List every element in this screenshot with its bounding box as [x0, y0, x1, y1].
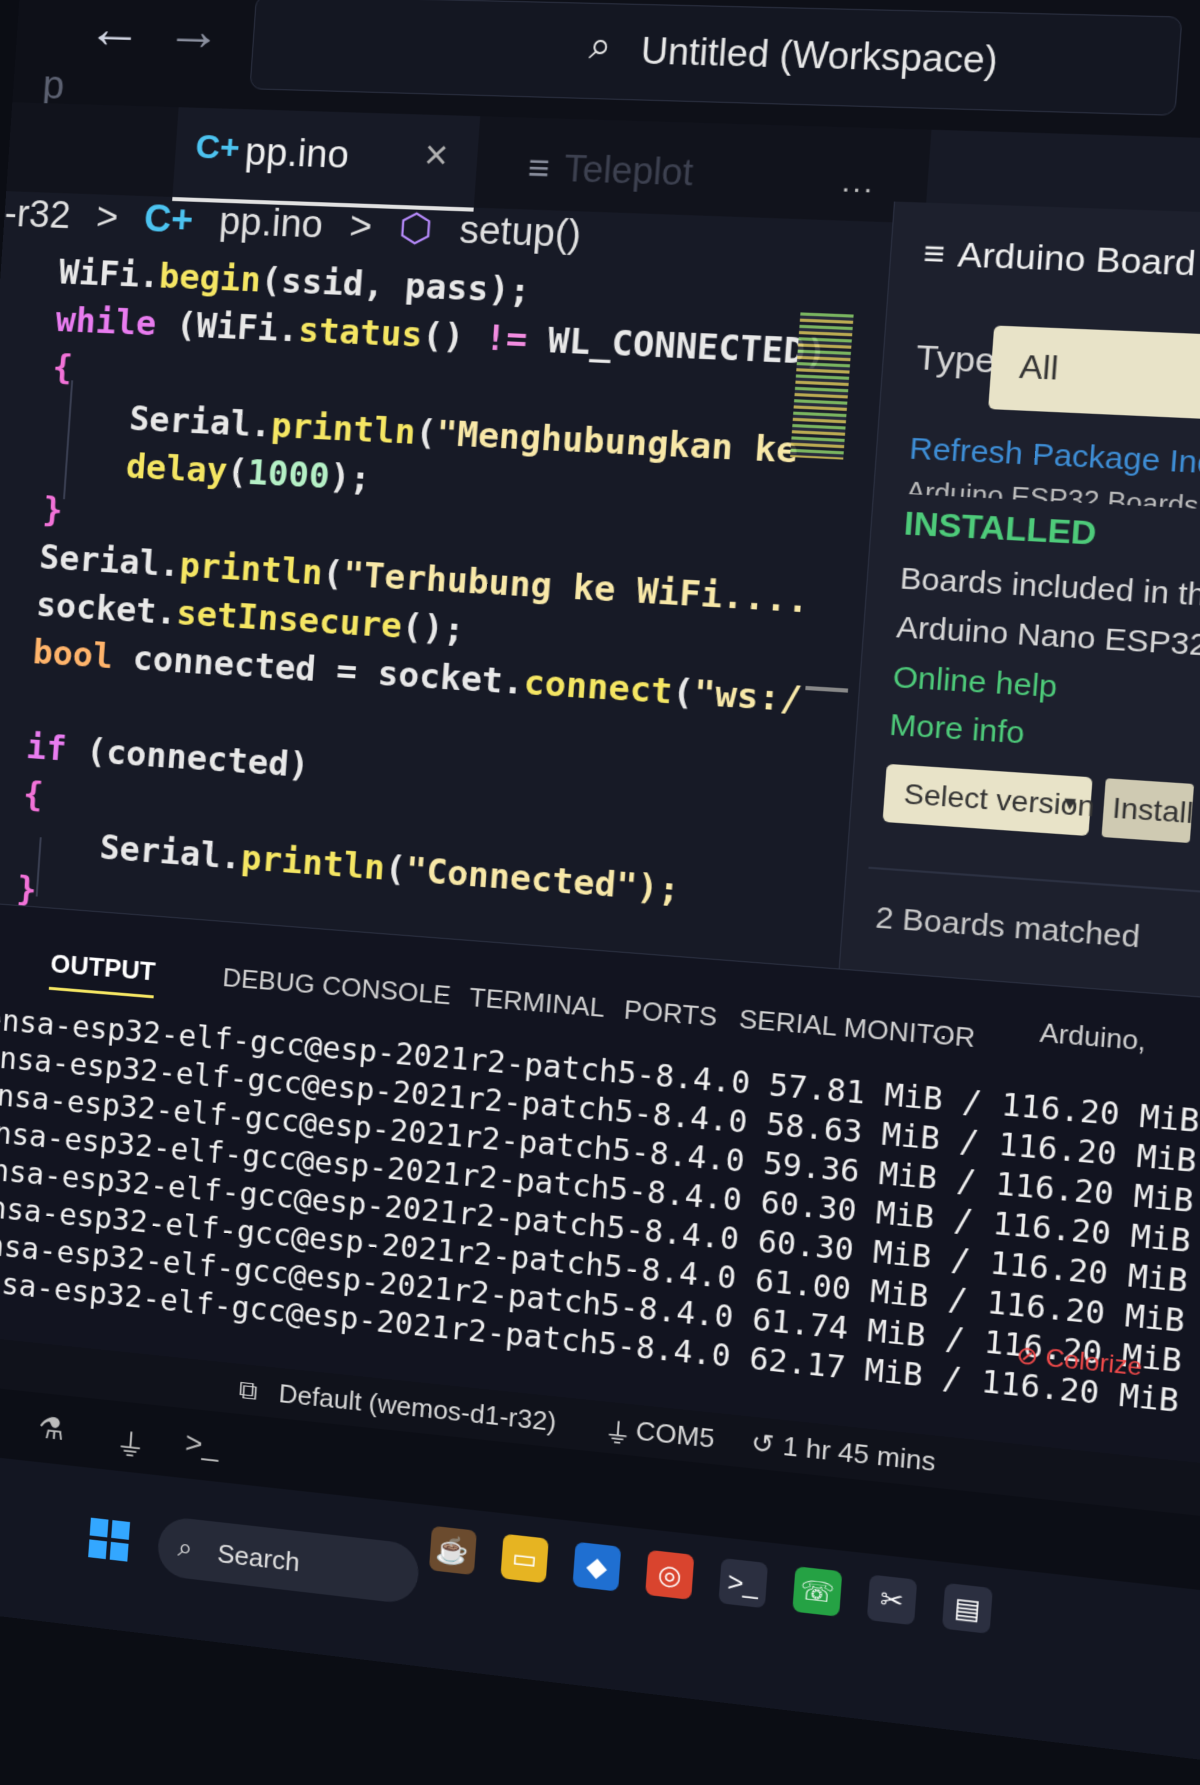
more-info-link[interactable]: More info: [888, 708, 1026, 752]
plug-icon[interactable]: ⏚: [114, 1419, 147, 1466]
code-line[interactable]: while (WiFi.status() != WL_CONNECTED): [54, 300, 828, 373]
windows-start-icon[interactable]: [88, 1517, 131, 1562]
board-name: Arduino Nano ESP32: [895, 610, 1200, 663]
chevron-down-icon: ▼: [1059, 792, 1081, 815]
whatsapp-icon[interactable]: ☏: [792, 1566, 843, 1617]
session-time: 1 hr 45 mins: [781, 1430, 937, 1478]
cpp-file-icon: C+: [194, 127, 242, 168]
taskbar-search-label: Search: [216, 1538, 301, 1578]
tab-label: Teleplot: [562, 147, 695, 194]
ide-window: ← → ⌕ Untitled (Workspace) p C+ pp.ino ×…: [0, 0, 1200, 1764]
tab-ports[interactable]: PORTS: [623, 994, 718, 1033]
installed-badge: INSTALLED: [902, 504, 1098, 552]
install-button-label: Install: [1111, 791, 1195, 830]
install-button[interactable]: Install: [1101, 778, 1195, 844]
chrome-icon[interactable]: ◎: [645, 1549, 695, 1600]
taskbar-search[interactable]: ⌕ Search: [156, 1515, 421, 1606]
tab-debug-console[interactable]: DEBUG CONSOLE: [222, 962, 452, 1012]
breadcrumb-symbol[interactable]: setup(): [458, 209, 583, 256]
widgets-icon[interactable]: ☕: [428, 1525, 477, 1576]
type-select[interactable]: All ▼: [988, 325, 1200, 425]
tab-output[interactable]: OUTPUT: [48, 948, 156, 999]
code-line[interactable]: if (connected): [25, 727, 310, 786]
version-select[interactable]: Select version ▼: [882, 763, 1096, 837]
type-label: Type: [914, 338, 998, 382]
board-icon: ⧉: [237, 1373, 259, 1406]
divider: [868, 866, 1200, 899]
port-selector[interactable]: COM5: [635, 1415, 716, 1455]
flask-icon[interactable]: ⚗: [37, 1411, 66, 1448]
tab-pp-ino[interactable]: C+ pp.ino ×: [172, 107, 481, 212]
list-icon: ≡: [526, 146, 552, 189]
minimap[interactable]: [790, 312, 854, 460]
list-icon: ≡: [922, 233, 947, 275]
boards-matched-count: 2 Boards matched: [874, 900, 1142, 955]
panel-title-text: Arduino Board Manager: [956, 235, 1200, 290]
code-line[interactable]: }: [41, 490, 64, 531]
panel-title: ≡Arduino Board Manager: [922, 234, 1200, 291]
chevron-right-icon: >: [94, 196, 120, 239]
search-icon: ⌕: [587, 24, 613, 68]
board-manager-panel: ≡Arduino Board Manager × Type All ▼ Refr…: [838, 201, 1200, 1005]
code-line[interactable]: Serial.println("Connected");: [19, 822, 682, 911]
online-help-link[interactable]: Online help: [892, 660, 1059, 705]
terminal-icon[interactable]: >_: [184, 1426, 220, 1463]
code-line[interactable]: delay(1000);: [45, 443, 372, 500]
previous-tab-fragment[interactable]: p: [41, 63, 66, 108]
close-icon[interactable]: ×: [423, 133, 450, 179]
terminal-icon[interactable]: >_: [718, 1557, 769, 1609]
plug-icon: ⏚: [603, 1416, 633, 1451]
type-select-value: All: [1018, 347, 1060, 387]
output-channel-label[interactable]: Arduino,: [1039, 1017, 1147, 1058]
code-line[interactable]: {: [51, 348, 74, 389]
command-center-search[interactable]: ⌕ Untitled (Workspace): [249, 0, 1183, 116]
breadcrumb-file[interactable]: pp.ino: [218, 201, 324, 247]
history-icon: ↺: [750, 1426, 776, 1461]
code-line[interactable]: {: [22, 775, 45, 816]
cpp-file-icon: C+: [142, 198, 195, 242]
more-actions-icon[interactable]: ...: [841, 164, 877, 200]
tab-label: pp.ino: [243, 131, 351, 177]
vscode-icon[interactable]: ◆: [572, 1541, 622, 1592]
search-icon: ⌕: [176, 1531, 194, 1564]
tab-terminal[interactable]: TERMINAL: [468, 982, 606, 1024]
breadcrumb-folder[interactable]: -r32: [3, 193, 72, 237]
tab-teleplot[interactable]: ≡ Teleplot: [526, 146, 695, 194]
file-explorer-icon[interactable]: ▭: [500, 1533, 549, 1584]
monitor-app-icon[interactable]: ▤: [941, 1582, 993, 1634]
code-editor[interactable]: WiFi.begin(ssid, pass); while (WiFi.statu…: [13, 253, 856, 1008]
chevron-right-icon: >: [348, 205, 374, 249]
method-cube-icon: ⬡: [397, 207, 435, 251]
workspace-title: Untitled (Workspace): [639, 29, 1000, 82]
more-tabs-icon[interactable]: ...: [930, 1012, 958, 1047]
forward-arrow-icon[interactable]: →: [164, 0, 224, 63]
back-arrow-icon[interactable]: ←: [85, 0, 145, 61]
